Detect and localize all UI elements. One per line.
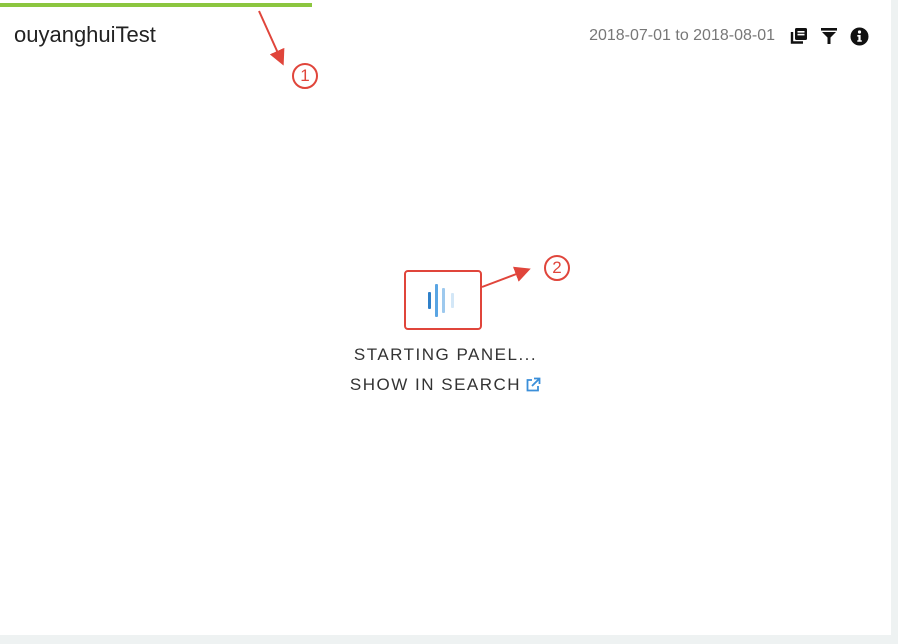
- panel-title: ouyanghuiTest: [14, 22, 156, 47]
- loading-indicator: STARTING PANEL... SHOW IN SEARCH: [0, 270, 891, 395]
- annotation-marker-2: 2: [544, 255, 570, 281]
- time-range-label: 2018-07-01 to 2018-08-01: [589, 27, 775, 44]
- spinner-bar: [435, 284, 438, 317]
- loading-status-text: STARTING PANEL...: [353, 345, 538, 364]
- load-progress-bar: [0, 3, 312, 7]
- spinner-bar: [451, 293, 454, 308]
- panel-header-actions: 2018-07-01 to 2018-08-01: [589, 26, 869, 46]
- dashboard-panel: ouyanghuiTest 2018-07-01 to 2018-08-01 S…: [0, 0, 891, 635]
- external-link-icon: [526, 377, 541, 392]
- info-icon[interactable]: [849, 26, 869, 46]
- filter-icon[interactable]: [819, 26, 839, 46]
- spinner-bar: [428, 292, 431, 309]
- spinner-bar: [442, 288, 445, 313]
- show-in-search-label: SHOW IN SEARCH: [349, 375, 522, 394]
- annotation-marker-1: 1: [292, 63, 318, 89]
- show-in-search-link[interactable]: SHOW IN SEARCH: [350, 375, 541, 395]
- stack-icon[interactable]: [789, 26, 809, 46]
- loading-spinner: [404, 270, 482, 330]
